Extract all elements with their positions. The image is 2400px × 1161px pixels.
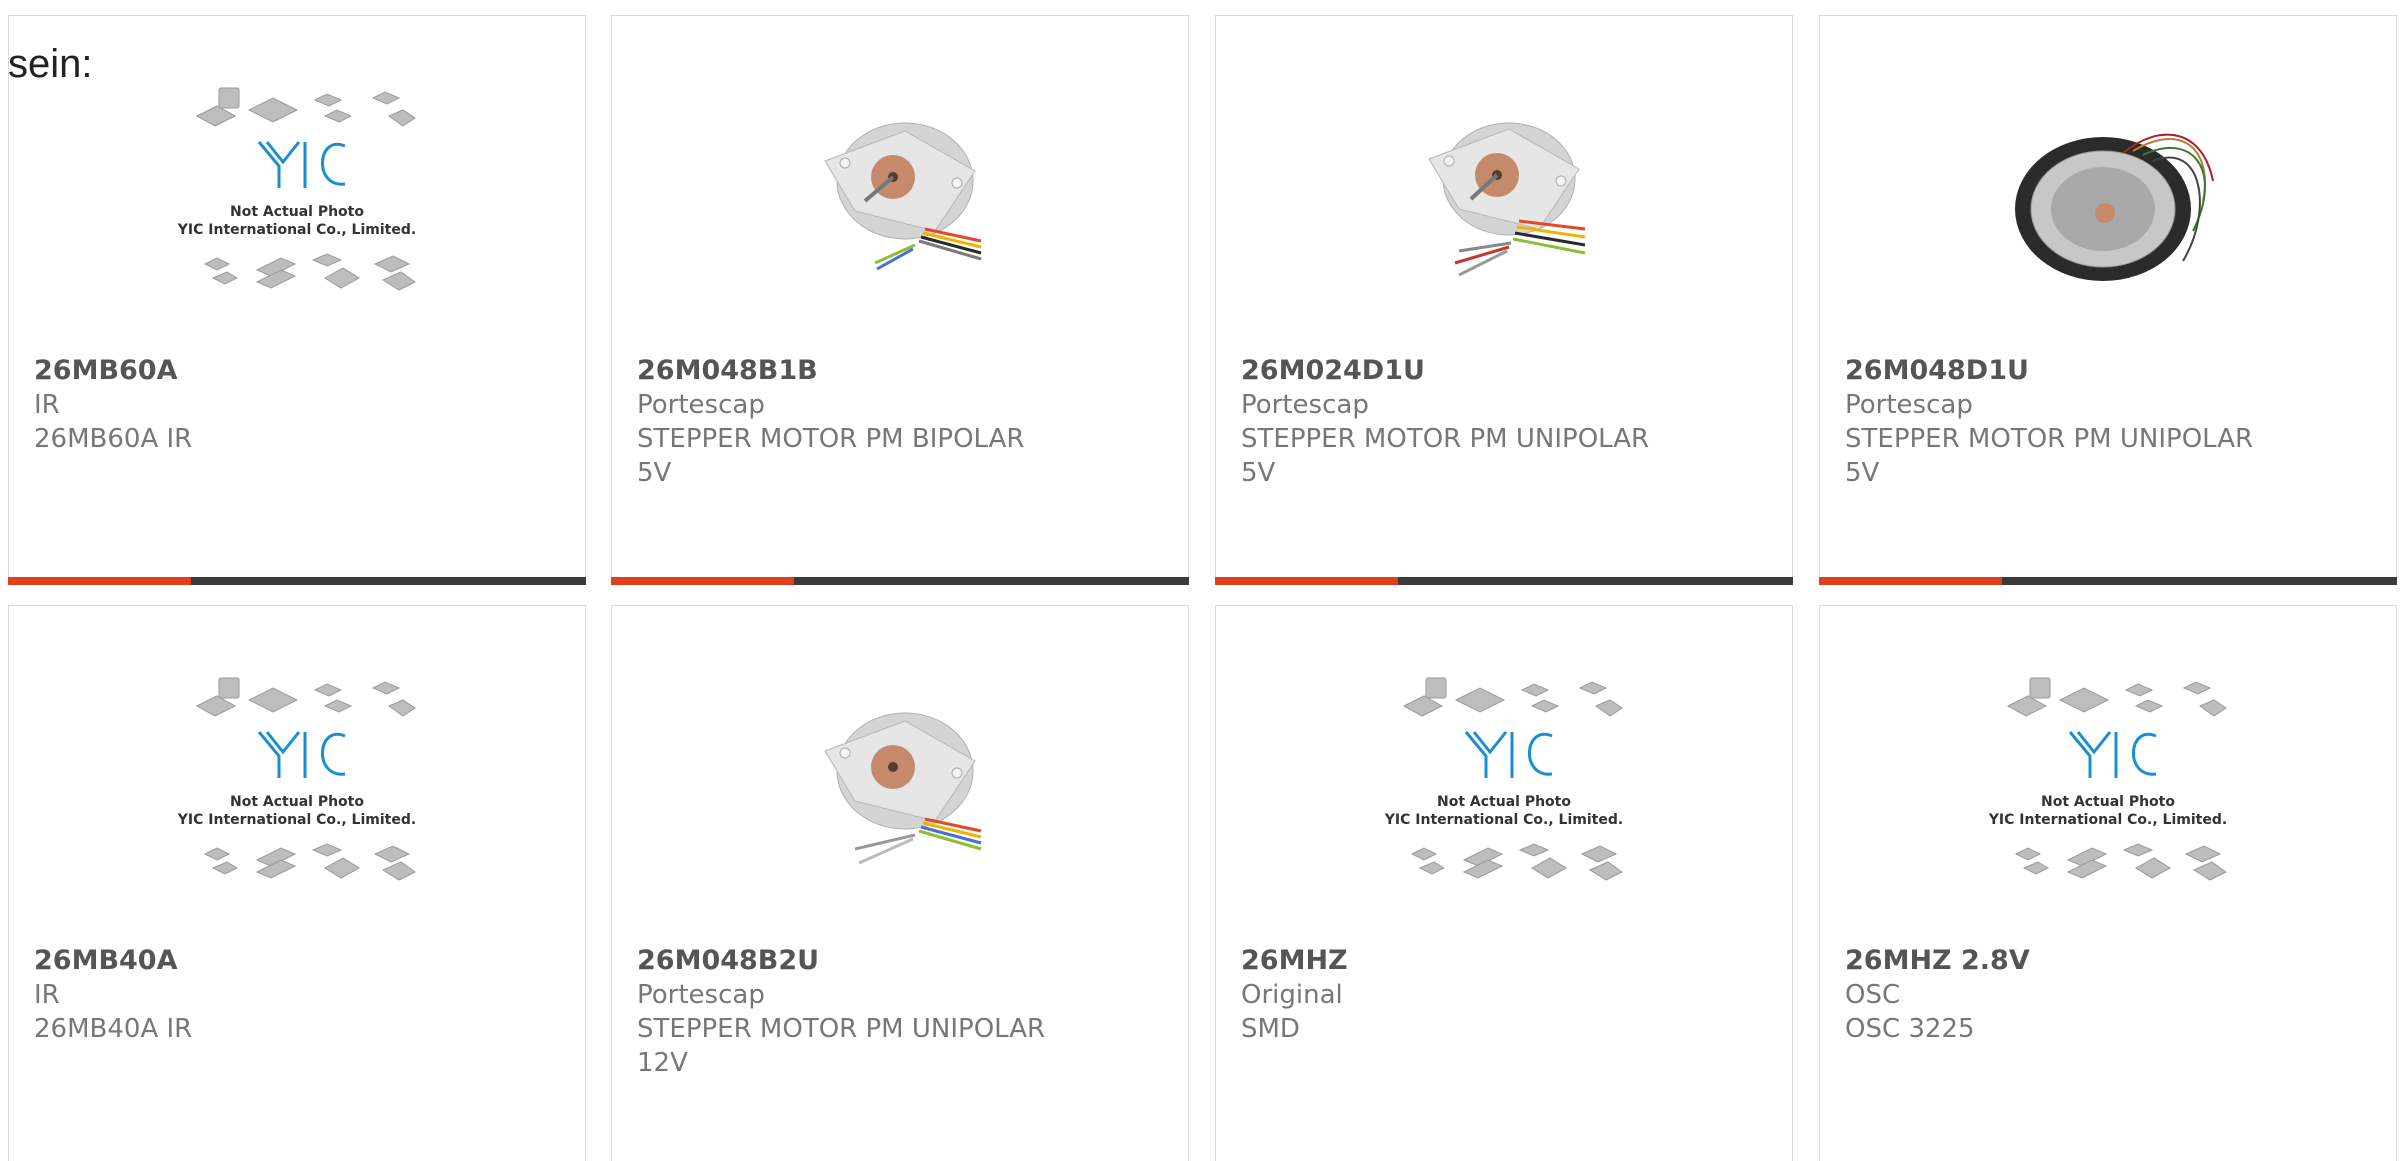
manufacturer: Portescap (637, 390, 765, 420)
product-info: 26MHZ 2.8V OSC OSC 3225 (1845, 944, 2371, 1046)
manufacturer: IR (34, 390, 60, 420)
description: SMD (1241, 1014, 1300, 1044)
product-grid-page: sein: Not Actual Photo YIC International… (0, 0, 2400, 1161)
product-card[interactable]: 26M048B1B Portescap STEPPER MOTOR PM BIP… (611, 15, 1189, 585)
svg-text:Not Actual Photo: Not Actual Photo (2041, 794, 2175, 810)
manufacturer: Original (1241, 980, 1343, 1010)
part-number[interactable]: 26MB60A (34, 354, 560, 388)
svg-text:Not Actual Photo: Not Actual Photo (1437, 794, 1571, 810)
manufacturer: Portescap (637, 980, 765, 1010)
description: 26MB40A IR (34, 1014, 193, 1044)
product-info: 26M048B2U Portescap STEPPER MOTOR PM UNI… (637, 944, 1163, 1080)
part-number[interactable]: 26M048B1B (637, 354, 1163, 388)
svg-text:YIC International Co., Limited: YIC International Co., Limited. (1384, 812, 1623, 828)
part-number[interactable]: 26MHZ 2.8V (1845, 944, 2371, 978)
card-accent (1215, 577, 1398, 585)
svg-text:YIC International Co., Limited: YIC International Co., Limited. (177, 222, 416, 238)
part-number[interactable]: 26MHZ (1241, 944, 1767, 978)
card-accent (1819, 577, 2002, 585)
product-card[interactable]: Not Actual Photo YIC International Co., … (8, 605, 586, 1161)
card-accent (8, 577, 191, 585)
not-actual-photo-image: Not Actual Photo YIC International Co., … (1988, 677, 2227, 881)
description: STEPPER MOTOR PM UNIPOLAR 5V (1241, 424, 1650, 488)
product-card[interactable]: 26M048D1U Portescap STEPPER MOTOR PM UNI… (1819, 15, 2397, 585)
svg-text:Not Actual Photo: Not Actual Photo (230, 204, 364, 220)
card-bottom-bar (8, 577, 586, 585)
manufacturer: OSC (1845, 980, 1901, 1010)
not-actual-photo-image: Not Actual Photo YIC International Co., … (1384, 677, 1623, 881)
product-card[interactable]: Not Actual Photo YIC International Co., … (8, 15, 586, 585)
svg-text:YIC International Co., Limited: YIC International Co., Limited. (1988, 812, 2227, 828)
product-card[interactable]: Not Actual Photo YIC International Co., … (1819, 605, 2397, 1161)
product-info: 26MHZ Original SMD (1241, 944, 1767, 1046)
part-number[interactable]: 26M048B2U (637, 944, 1163, 978)
product-card[interactable]: 26M048B2U Portescap STEPPER MOTOR PM UNI… (611, 605, 1189, 1161)
card-bottom-bar (1819, 577, 2397, 585)
intro-text: sein: (8, 42, 93, 86)
card-accent (611, 577, 794, 585)
product-card[interactable]: 26M024D1U Portescap STEPPER MOTOR PM UNI… (1215, 15, 1793, 585)
description: OSC 3225 (1845, 1014, 1975, 1044)
product-info: 26M024D1U Portescap STEPPER MOTOR PM UNI… (1241, 354, 1767, 490)
not-actual-photo-image: Not Actual Photo YIC International Co., … (177, 677, 416, 881)
part-number[interactable]: 26MB40A (34, 944, 560, 978)
product-info: 26MB60A IR 26MB60A IR (34, 354, 560, 456)
stepper-motor-image (824, 122, 982, 271)
part-number[interactable]: 26M048D1U (1845, 354, 2371, 388)
card-bottom-bar (611, 577, 1189, 585)
manufacturer: Portescap (1845, 390, 1973, 420)
product-info: 26MB40A IR 26MB40A IR (34, 944, 560, 1046)
not-actual-photo-image: Not Actual Photo YIC International Co., … (177, 87, 416, 291)
svg-text:YIC International Co., Limited: YIC International Co., Limited. (177, 812, 416, 828)
description: STEPPER MOTOR PM UNIPOLAR 12V (637, 1014, 1046, 1078)
stepper-motor-image (2015, 133, 2214, 281)
product-card[interactable]: Not Actual Photo YIC International Co., … (1215, 605, 1793, 1161)
manufacturer: Portescap (1241, 390, 1369, 420)
card-bottom-bar (1215, 577, 1793, 585)
part-number[interactable]: 26M024D1U (1241, 354, 1767, 388)
stepper-motor-image (824, 712, 982, 865)
product-info: 26M048D1U Portescap STEPPER MOTOR PM UNI… (1845, 354, 2371, 490)
description: STEPPER MOTOR PM UNIPOLAR 5V (1845, 424, 2254, 488)
description: 26MB60A IR (34, 424, 193, 454)
stepper-motor-image (1428, 122, 1586, 277)
product-info: 26M048B1B Portescap STEPPER MOTOR PM BIP… (637, 354, 1163, 490)
manufacturer: IR (34, 980, 60, 1010)
svg-text:Not Actual Photo: Not Actual Photo (230, 794, 364, 810)
description: STEPPER MOTOR PM BIPOLAR 5V (637, 424, 1025, 488)
